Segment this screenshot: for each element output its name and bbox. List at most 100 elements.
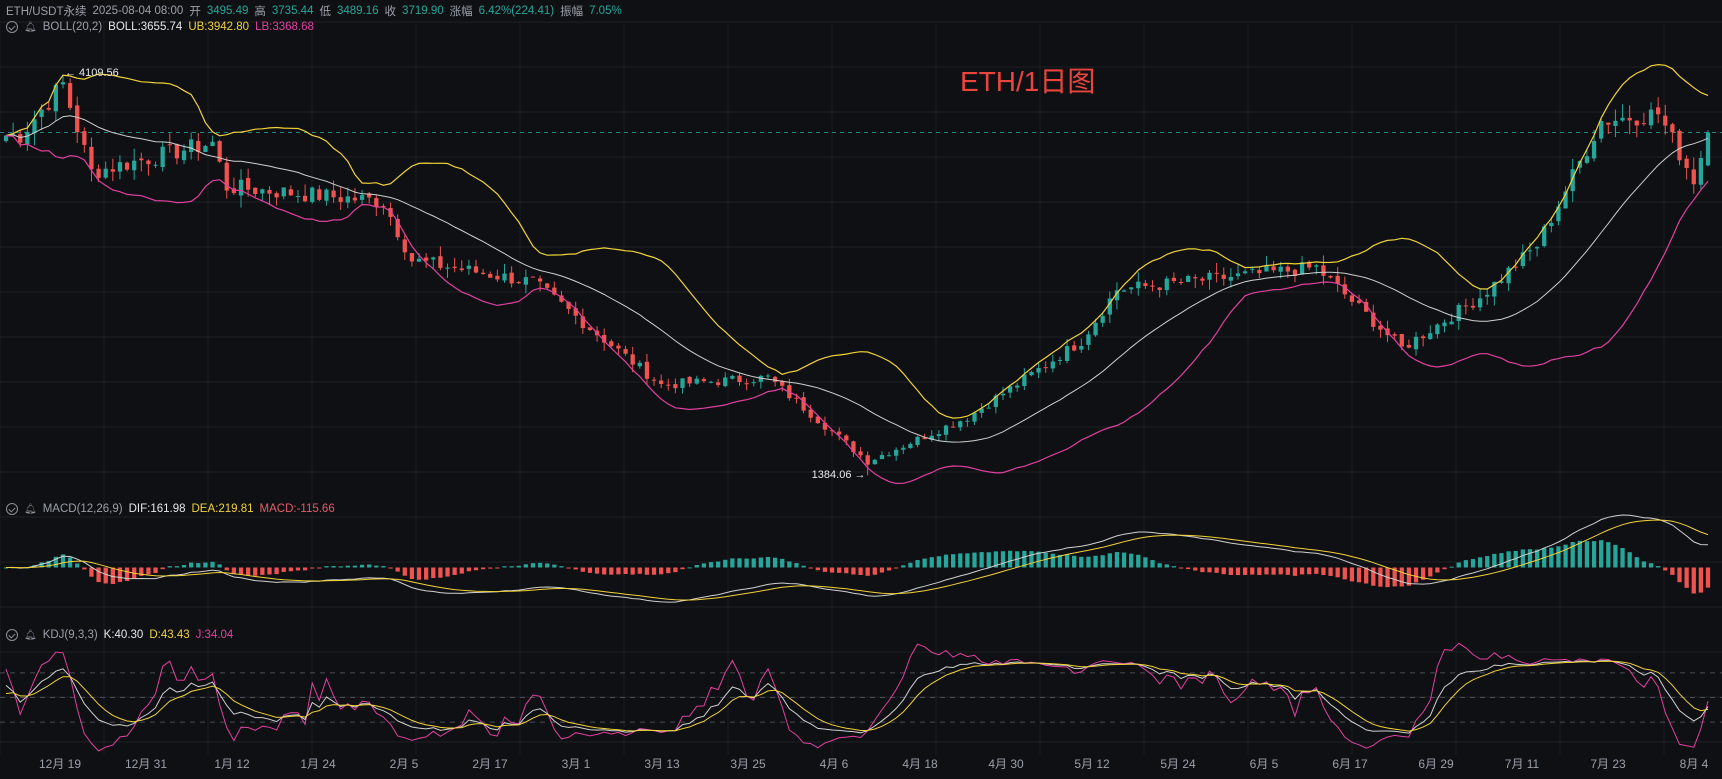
macd-bar — [431, 567, 436, 579]
x-tick-label: 5月 24 — [1160, 757, 1196, 771]
candle-body — [1477, 298, 1483, 308]
macd-bar — [160, 567, 165, 570]
macd-bar — [1606, 542, 1611, 568]
macd-bar — [715, 561, 721, 568]
macd-bar — [345, 565, 350, 568]
close-value: 3719.90 — [402, 5, 444, 17]
macd-bar — [972, 552, 977, 568]
macd-bar — [580, 567, 585, 572]
macd-bar — [1684, 567, 1689, 588]
macd-bar — [196, 563, 201, 568]
macd-bar — [1591, 541, 1597, 568]
candle-body — [1413, 336, 1419, 350]
candle-body — [1442, 322, 1447, 327]
macd-bar — [1228, 567, 1234, 575]
macd-bar — [1442, 567, 1447, 570]
candle-body — [1641, 123, 1647, 125]
candle-body — [780, 381, 785, 386]
macd-bar — [1278, 567, 1283, 575]
macd-bar — [708, 562, 714, 568]
candle-body — [1129, 287, 1134, 290]
candle-body — [1349, 295, 1355, 302]
eye-icon[interactable] — [6, 629, 18, 641]
boll-mid-value: BOLL:3655.74 — [108, 21, 183, 33]
macd-bar — [1342, 567, 1347, 580]
macd-bar — [374, 565, 379, 568]
candle-body — [459, 268, 464, 271]
macd-bar — [958, 553, 963, 568]
macd-bar — [1534, 549, 1540, 568]
boll-lb-line — [5, 135, 1709, 485]
candle-body — [1684, 158, 1689, 168]
bell-icon[interactable]: 🔔︎ — [24, 504, 37, 515]
bell-icon[interactable]: 🔔︎ — [24, 630, 37, 641]
macd-bar — [495, 567, 500, 569]
macd-bar — [466, 567, 472, 572]
macd-bar — [381, 566, 386, 568]
macd-bar — [1164, 564, 1169, 568]
macd-name: MACD(12,26,9) — [42, 503, 123, 515]
candle-body — [181, 150, 187, 161]
macd-bar — [851, 567, 856, 575]
macd-bar — [780, 558, 785, 568]
candle-body — [943, 425, 949, 435]
x-tick-label: 2月 5 — [390, 757, 419, 771]
macd-bar — [1335, 567, 1340, 578]
x-tick-label: 4月 30 — [988, 757, 1024, 771]
candle-body — [659, 380, 664, 385]
candle-body — [1150, 285, 1155, 287]
macd-bar — [1599, 540, 1604, 568]
candle-body — [694, 378, 699, 384]
macd-bar — [1235, 567, 1241, 576]
macd-bar — [1299, 567, 1305, 575]
macd-bar — [723, 559, 728, 568]
change-value: 6.42%(224.41) — [478, 5, 555, 17]
macd-legend: 🔔︎ MACD(12,26,9) DIF:161.98 DEA:219.81 M… — [6, 503, 335, 515]
candle-body — [96, 168, 101, 178]
candle-body — [1157, 287, 1162, 291]
chart-canvas[interactable]: 12月 19 12月 31 1月 12 1月 24 2月 5 2月 17 3月 1 3月 13… — [0, 0, 1722, 774]
candle-body — [438, 256, 443, 268]
kdj-k-value: K:40.30 — [103, 629, 144, 641]
macd-bar — [210, 561, 215, 568]
candle-body — [651, 379, 657, 381]
candle-body — [1620, 117, 1625, 121]
candle-body — [1278, 266, 1283, 272]
macd-bar — [1186, 567, 1191, 570]
macd-bar — [1620, 548, 1625, 568]
x-tick-label: 5月 12 — [1074, 757, 1110, 771]
boll-mid-line — [5, 115, 1709, 443]
eye-icon[interactable] — [6, 21, 18, 33]
macd-bar — [594, 567, 600, 574]
macd-bar — [1698, 567, 1704, 593]
candle-body — [1613, 120, 1618, 126]
macd-bar — [416, 567, 422, 580]
candle-body — [537, 278, 543, 282]
macd-bar — [1663, 567, 1668, 571]
macd-bar — [1321, 567, 1326, 576]
candle-body — [1399, 334, 1404, 347]
candle-body — [424, 257, 429, 261]
candle-body — [295, 195, 301, 197]
macd-bar — [1670, 567, 1675, 575]
macd-histogram — [3, 540, 1711, 594]
macd-bar — [103, 567, 108, 584]
candle-body — [1534, 247, 1540, 249]
macd-bar — [951, 554, 956, 568]
bell-icon[interactable]: 🔔︎ — [24, 22, 37, 33]
candle-body — [1015, 385, 1020, 388]
macd-bar — [1242, 567, 1248, 575]
macd-bar — [295, 567, 301, 571]
macd-bar — [1072, 555, 1077, 568]
candle-body — [666, 384, 671, 386]
candle-body — [267, 189, 272, 194]
candle-body — [1698, 157, 1704, 185]
candle-body — [132, 160, 137, 171]
eye-icon[interactable] — [6, 503, 18, 515]
macd-macd-value: MACD:-115.66 — [259, 503, 335, 515]
macd-bar — [1093, 555, 1098, 568]
candle-body — [203, 145, 208, 153]
macd-bar — [1121, 552, 1127, 568]
candle-body — [751, 382, 756, 384]
macd-bar — [1634, 557, 1639, 568]
